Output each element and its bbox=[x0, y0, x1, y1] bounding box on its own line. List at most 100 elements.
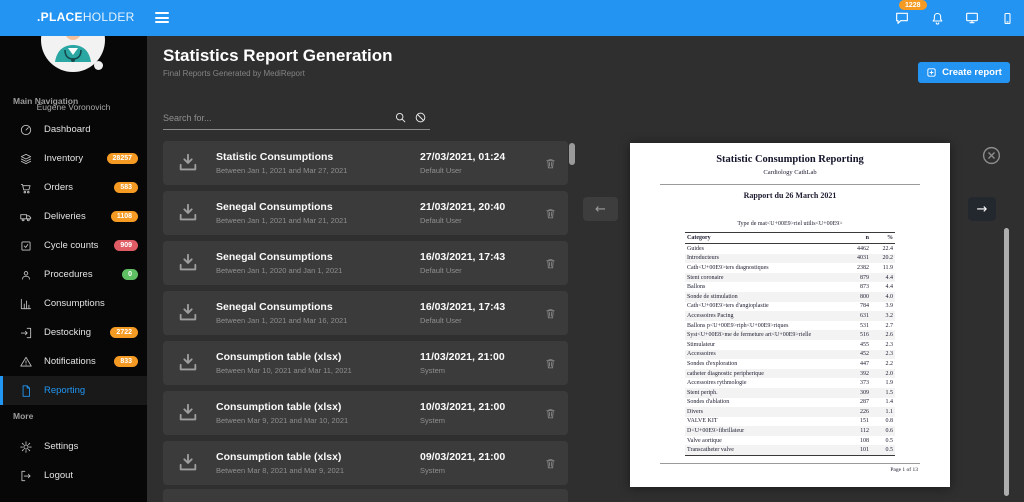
delete-report-button[interactable] bbox=[540, 153, 560, 173]
desktop-button[interactable] bbox=[963, 9, 981, 27]
delete-report-button[interactable] bbox=[540, 203, 560, 223]
download-button[interactable] bbox=[177, 302, 199, 324]
sidebar-item-cycle-counts[interactable]: Cycle counts 909 bbox=[0, 231, 147, 260]
download-button[interactable] bbox=[177, 452, 199, 474]
sidebar-item-notifications[interactable]: Notifications 833 bbox=[0, 347, 147, 376]
cell-category: Stent periph. bbox=[685, 388, 847, 398]
deliveries-count-badge: 1108 bbox=[111, 211, 138, 222]
cell-category: Sondes d'ablation bbox=[685, 398, 847, 408]
right-arrow-icon: → bbox=[977, 202, 988, 217]
cell-category: Syst<U+00E8>me de fermeture art<U+00E9>r… bbox=[685, 330, 847, 340]
report-date: 27/03/2021, 01:24 bbox=[420, 151, 532, 163]
cell-n: 2382 bbox=[847, 263, 871, 273]
truck-icon bbox=[19, 210, 33, 224]
previous-page-button[interactable]: ← bbox=[583, 197, 618, 221]
delete-report-button[interactable] bbox=[540, 403, 560, 423]
close-preview-button[interactable] bbox=[981, 145, 1002, 166]
download-button[interactable] bbox=[177, 352, 199, 374]
delete-report-button[interactable] bbox=[540, 353, 560, 373]
download-button[interactable] bbox=[177, 152, 199, 174]
sidebar-item-consumptions[interactable]: Consumptions bbox=[0, 289, 147, 318]
report-card[interactable]: Consumption table (xlsx) Between Mar 8, … bbox=[163, 441, 568, 485]
mobile-button[interactable] bbox=[998, 9, 1016, 27]
brand-logo: .PLACEHOLDER bbox=[37, 10, 135, 24]
report-title: Senegal Consumptions bbox=[216, 301, 347, 313]
download-button[interactable] bbox=[177, 202, 199, 224]
sidebar-item-settings[interactable]: Settings bbox=[0, 432, 147, 461]
sidebar-item-deliveries[interactable]: Deliveries 1108 bbox=[0, 202, 147, 231]
search-button[interactable] bbox=[390, 108, 410, 128]
brand-light: HOLDER bbox=[83, 10, 135, 24]
download-button[interactable] bbox=[177, 252, 199, 274]
search-input[interactable] bbox=[163, 113, 390, 123]
sidebar-item-destocking[interactable]: Destocking 2722 bbox=[0, 318, 147, 347]
brand-bold: .PLACE bbox=[37, 10, 83, 24]
dashboard-icon bbox=[19, 123, 33, 137]
table-row: catheter diagnostic peripherique 392 2.0 bbox=[685, 369, 895, 379]
table-row: Syst<U+00E8>me de fermeture art<U+00E9>r… bbox=[685, 330, 895, 340]
report-period: Between Mar 8, 2021 and Mar 9, 2021 bbox=[216, 466, 344, 475]
sidebar-item-procedures[interactable]: Procedures 0 bbox=[0, 260, 147, 289]
cell-percent: 11.9 bbox=[871, 263, 895, 273]
trash-icon bbox=[544, 257, 557, 270]
sidebar-item-dashboard[interactable]: Dashboard bbox=[0, 115, 147, 144]
report-period: Between Jan 1, 2021 and Mar 16, 2021 bbox=[216, 316, 347, 325]
plus-icon bbox=[926, 67, 937, 78]
sidebar-item-orders[interactable]: Orders 583 bbox=[0, 173, 147, 202]
sidebar-item-logout[interactable]: Logout bbox=[0, 461, 147, 490]
report-date: 21/03/2021, 20:40 bbox=[420, 201, 532, 213]
top-bar: .PLACEHOLDER 1228 bbox=[0, 0, 1024, 36]
download-button[interactable] bbox=[177, 402, 199, 424]
preview-scrollbar[interactable] bbox=[1004, 228, 1009, 496]
phone-icon bbox=[1000, 11, 1015, 26]
report-card[interactable]: Consumption table (xlsx) Between Mar 10,… bbox=[163, 341, 568, 385]
delete-report-button[interactable] bbox=[540, 453, 560, 473]
cell-n: 879 bbox=[847, 273, 871, 283]
table-row: Accessoires rythmologie 373 1.9 bbox=[685, 378, 895, 388]
chat-button[interactable]: 1228 bbox=[893, 9, 911, 27]
bar-chart-icon bbox=[19, 297, 33, 311]
report-period: Between Jan 1, 2021 and Mar 21, 2021 bbox=[216, 216, 347, 225]
report-list-scrollbar[interactable] bbox=[569, 143, 575, 165]
layers-icon bbox=[19, 152, 33, 166]
delete-report-button[interactable] bbox=[540, 303, 560, 323]
next-page-button[interactable]: → bbox=[968, 197, 996, 221]
cell-percent: 3.9 bbox=[871, 302, 895, 312]
report-card[interactable]: Senegal Consumptions Between Jan 1, 2021… bbox=[163, 191, 568, 235]
trash-icon bbox=[544, 407, 557, 420]
chat-icon bbox=[894, 10, 910, 26]
document-subtitle: Cardiology CathLab bbox=[630, 169, 950, 176]
download-icon bbox=[177, 252, 199, 274]
report-user: Default User bbox=[420, 316, 532, 325]
cell-category: Sondes d'exploration bbox=[685, 359, 847, 369]
cell-category: Guides bbox=[685, 244, 847, 254]
cell-percent: 2.0 bbox=[871, 369, 895, 379]
cell-category: Sonde de stimulation bbox=[685, 292, 847, 302]
sidebar-item-reporting[interactable]: Reporting bbox=[0, 376, 147, 405]
cell-n: 373 bbox=[847, 378, 871, 388]
hamburger-menu-icon[interactable] bbox=[155, 12, 169, 26]
sidebar-item-inventory[interactable]: Inventory 28257 bbox=[0, 144, 147, 173]
report-date: 16/03/2021, 17:43 bbox=[420, 301, 532, 313]
download-icon bbox=[177, 152, 199, 174]
chat-count-badge: 1228 bbox=[899, 0, 927, 10]
table-row: Guides 4462 22.4 bbox=[685, 244, 895, 254]
report-card[interactable]: Senegal Consumptions Between Jan 1, 2020… bbox=[163, 241, 568, 285]
notifications-button[interactable] bbox=[928, 9, 946, 27]
delete-report-button[interactable] bbox=[540, 253, 560, 273]
report-card[interactable]: Statistic Consumptions Between Jan 1, 20… bbox=[163, 141, 568, 185]
report-card[interactable]: Senegal Consumptions Between Jan 1, 2021… bbox=[163, 291, 568, 335]
cart-icon bbox=[19, 181, 33, 195]
table-row: Stent coronaire 879 4.4 bbox=[685, 273, 895, 283]
table-row: Cath<U+00E9>ters d'angioplastie 784 3.9 bbox=[685, 302, 895, 312]
trash-icon bbox=[544, 357, 557, 370]
cell-n: 309 bbox=[847, 388, 871, 398]
report-card-partial[interactable] bbox=[163, 489, 568, 502]
avatar-status-dot bbox=[94, 61, 103, 70]
create-report-button[interactable]: Create report bbox=[918, 62, 1010, 83]
clear-search-button[interactable] bbox=[410, 108, 430, 128]
cell-n: 452 bbox=[847, 350, 871, 360]
main-content: Statistics Report Generation Final Repor… bbox=[147, 36, 1024, 502]
report-card[interactable]: Consumption table (xlsx) Between Mar 9, … bbox=[163, 391, 568, 435]
left-arrow-icon: ← bbox=[595, 202, 606, 217]
